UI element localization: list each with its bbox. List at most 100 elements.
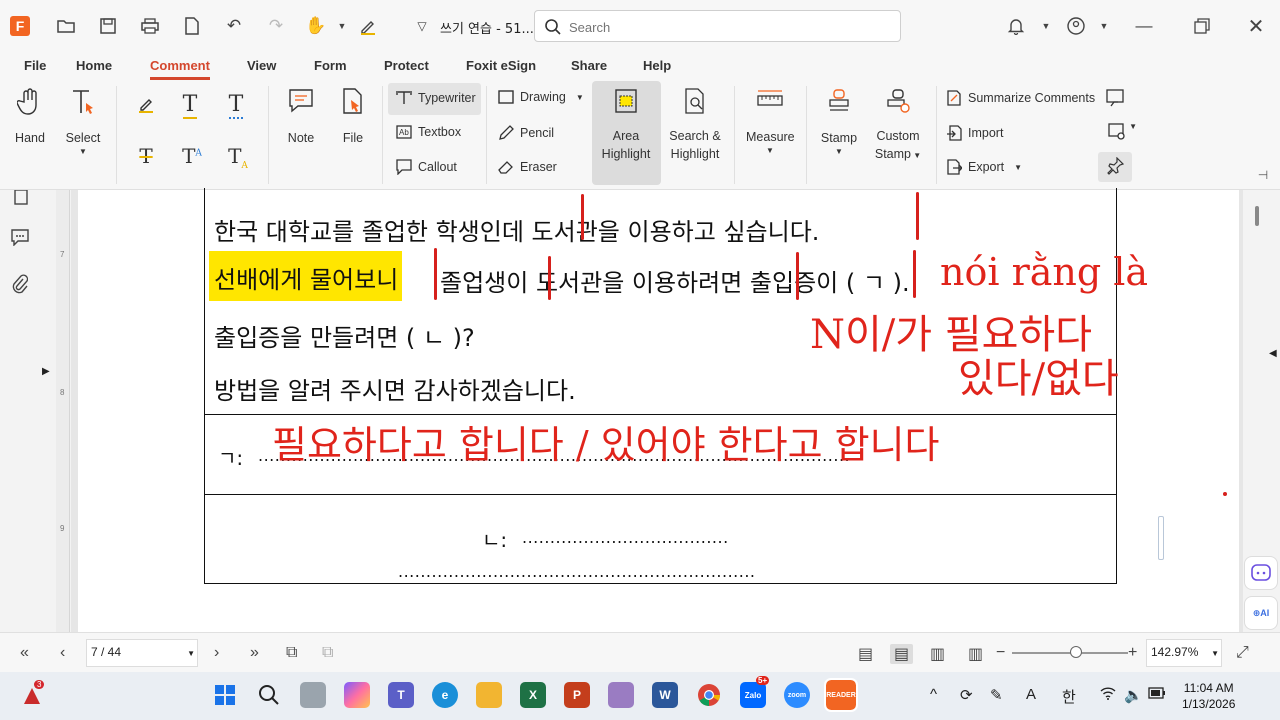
note-button[interactable]: Note <box>284 88 318 145</box>
highlight-text-button[interactable] <box>134 94 158 117</box>
snipping-tool-icon[interactable] <box>608 682 634 708</box>
squiggly-text-button[interactable]: T <box>224 92 248 119</box>
chevron-down-icon[interactable]: ▼ <box>187 649 195 658</box>
wifi-icon[interactable] <box>1100 686 1116 704</box>
volume-icon[interactable]: 🔈 <box>1124 686 1143 704</box>
tab-foxit-esign[interactable]: Foxit eSign <box>466 58 536 73</box>
battery-icon[interactable] <box>1148 686 1166 703</box>
document-view[interactable]: 한국 대학교를 졸업한 학생인데 도서관을 이용하고 싶습니다. 선배에게 물어… <box>71 188 1243 632</box>
callout-button[interactable]: Callout <box>396 159 457 175</box>
chevron-down-icon[interactable]: ▼ <box>330 14 354 38</box>
stamp-button[interactable]: Stamp ▼ <box>818 88 860 156</box>
next-page-icon[interactable]: › <box>214 644 219 662</box>
word-icon[interactable]: W <box>652 682 678 708</box>
summarize-comments-button[interactable]: Summarize Comments <box>946 90 1095 106</box>
hand-button[interactable]: Hand <box>12 88 48 145</box>
redo-icon[interactable]: ↷ <box>264 14 288 38</box>
eraser-button[interactable]: Eraser <box>498 159 557 175</box>
page-number-field[interactable]: 7 / 44 ▼ <box>86 639 198 667</box>
tab-file[interactable]: File <box>24 58 46 73</box>
file-attach-button[interactable]: File <box>338 88 368 145</box>
ime-indicator[interactable]: 한 <box>1062 686 1076 707</box>
pdf-page[interactable]: 한국 대학교를 졸업한 학생인데 도서관을 이용하고 싶습니다. 선배에게 물어… <box>78 188 1239 632</box>
search-input[interactable] <box>569 17 889 37</box>
bell-icon[interactable] <box>1004 14 1028 38</box>
underline-text-button[interactable]: T <box>178 92 202 119</box>
search-box[interactable] <box>534 10 901 42</box>
teams-icon[interactable]: T <box>388 682 414 708</box>
tab-comment[interactable]: Comment <box>150 58 210 80</box>
restore-icon[interactable] <box>1190 14 1214 38</box>
chrome-icon[interactable] <box>696 682 722 708</box>
export-button[interactable]: Export ▼ <box>946 159 1022 175</box>
tab-home[interactable]: Home <box>76 58 112 73</box>
select-button[interactable]: Select ▼ <box>64 88 102 156</box>
hand-tool-icon[interactable]: ✋ <box>304 14 328 38</box>
edge-browser-icon[interactable]: e <box>432 682 458 708</box>
insert-text-button[interactable]: TA <box>224 144 252 171</box>
continuous-page-icon[interactable]: ▤ <box>890 644 914 664</box>
single-page-icon[interactable]: ▤ <box>858 644 873 664</box>
foxit-logo-icon[interactable]: F <box>10 16 30 36</box>
document-dropdown-icon[interactable]: ▽ <box>410 14 434 38</box>
textbox-button[interactable]: Ab Textbox <box>396 125 461 139</box>
save-icon[interactable] <box>96 14 120 38</box>
page-paste-icon[interactable]: ⧉ <box>322 644 333 662</box>
tab-help[interactable]: Help <box>643 58 671 73</box>
last-page-icon[interactable]: » <box>250 644 259 662</box>
zoom-in-icon[interactable]: + <box>1128 644 1137 662</box>
comments-panel-icon[interactable] <box>10 228 30 251</box>
page-copy-icon[interactable]: ⧉ <box>286 644 297 662</box>
fullscreen-icon[interactable]: ⤢ <box>1236 644 1249 662</box>
zoom-out-icon[interactable]: − <box>996 644 1005 662</box>
minimize-icon[interactable]: — <box>1132 14 1156 38</box>
ribbon-pin-icon[interactable]: ⊣ <box>1256 168 1270 182</box>
search-highlight-button[interactable]: Search & Highlight <box>664 88 726 163</box>
collapse-right-panel-arrow-icon[interactable]: ◀ <box>1269 348 1277 359</box>
chevron-down-icon[interactable]: ▼ <box>1092 14 1116 38</box>
system-clock[interactable]: 11:04 AM 1/13/2026 <box>1182 680 1235 712</box>
tab-view[interactable]: View <box>247 58 276 73</box>
foxit-tray-app-icon[interactable]: 3 <box>20 680 45 708</box>
facing-page-icon[interactable]: ▥ <box>930 644 945 664</box>
pin-button[interactable] <box>1098 152 1132 182</box>
ai-assistant-button[interactable] <box>1244 556 1278 590</box>
comment-panel-button[interactable] <box>1104 88 1126 111</box>
copilot-icon[interactable] <box>344 682 370 708</box>
typewriter-button[interactable]: Typewriter <box>396 90 476 106</box>
previous-page-icon[interactable]: ‹ <box>60 644 65 662</box>
comment-settings-button[interactable]: ▼ <box>1104 122 1140 145</box>
zoom-app-icon[interactable]: zoom <box>784 682 810 708</box>
measure-button[interactable]: Measure ▼ <box>746 88 795 155</box>
drawing-button[interactable]: Drawing ▼ <box>498 90 584 104</box>
pen-tray-icon[interactable]: ✎ <box>990 686 1003 704</box>
foxit-reader-taskbar-icon[interactable]: READER <box>824 678 858 712</box>
highlight-pen-icon[interactable] <box>356 14 380 38</box>
expand-panel-arrow-icon[interactable]: ▶ <box>42 366 50 377</box>
close-icon[interactable]: ✕ <box>1244 14 1268 38</box>
sync-icon[interactable]: ⟳ <box>960 686 973 704</box>
undo-icon[interactable]: ↶ <box>222 14 246 38</box>
powerpoint-icon[interactable]: P <box>564 682 590 708</box>
ai-tools-button[interactable]: ⊕AI <box>1244 596 1278 630</box>
chevron-down-icon[interactable]: ▼ <box>1211 649 1219 658</box>
tray-overflow-icon[interactable]: ^ <box>930 686 937 703</box>
print-icon[interactable] <box>138 14 162 38</box>
zoom-slider-thumb[interactable] <box>1070 646 1082 658</box>
input-language[interactable]: A <box>1026 686 1036 703</box>
vertical-scrollbar-thumb[interactable] <box>1255 206 1259 226</box>
first-page-icon[interactable]: « <box>20 644 29 662</box>
strikeout-text-button[interactable]: T <box>134 144 158 168</box>
continuous-facing-icon[interactable]: ▥ <box>968 644 983 664</box>
zoom-level-field[interactable]: 142.97% ▼ <box>1146 639 1222 667</box>
zalo-icon[interactable]: Zalo 5+ <box>740 676 770 708</box>
excel-icon[interactable]: X <box>520 682 546 708</box>
import-button[interactable]: Import <box>946 125 1003 141</box>
account-icon[interactable] <box>1064 14 1088 38</box>
replace-text-button[interactable]: TA <box>178 144 206 168</box>
paperclip-icon[interactable] <box>12 274 29 299</box>
chevron-down-icon[interactable]: ▼ <box>1034 14 1058 38</box>
tab-share[interactable]: Share <box>571 58 607 73</box>
open-folder-icon[interactable] <box>54 14 78 38</box>
tab-form[interactable]: Form <box>314 58 347 73</box>
